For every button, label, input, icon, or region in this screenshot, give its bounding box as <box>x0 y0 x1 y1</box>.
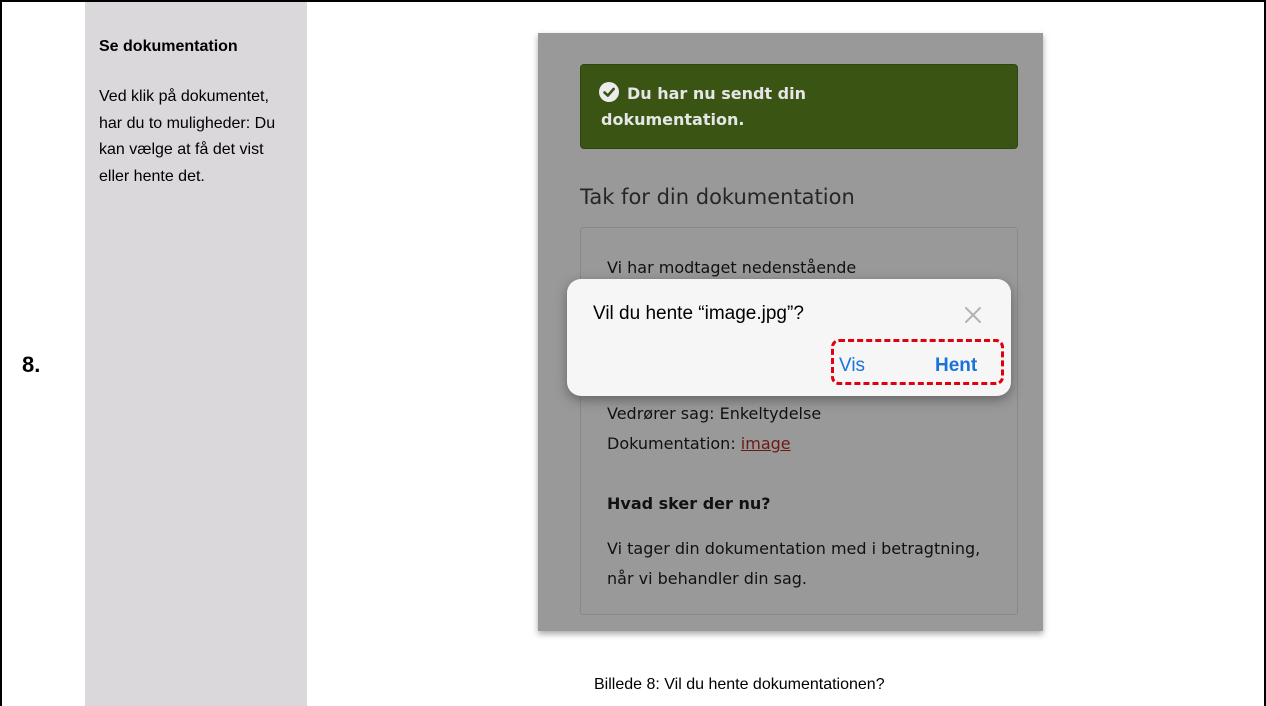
instruction-panel: Se dokumentation Ved klik på dokumentet,… <box>85 2 307 706</box>
received-text: Vi har modtaget nedenstående <box>607 258 857 277</box>
info-text: Vi tager din dokumentation med i betragt… <box>607 539 981 588</box>
success-message: Du har nu sendt din dokumentation. <box>601 84 807 129</box>
step-number: 8. <box>22 352 41 377</box>
highlight-box <box>831 339 1004 385</box>
documentation-line: Dokumentation: image <box>607 434 791 453</box>
dialog-question: Vil du hente “image.jpg”? <box>593 303 804 324</box>
documentation-label: Dokumentation: <box>607 434 741 453</box>
instruction-text: Ved klik på dokumentet, har du to muligh… <box>99 88 276 185</box>
thanks-title: Tak for din dokumentation <box>580 185 855 209</box>
figure-caption: Billede 8: Vil du hente dokumentationen? <box>594 676 885 693</box>
close-icon[interactable] <box>961 303 985 327</box>
document-link[interactable]: image <box>741 434 791 453</box>
instruction-heading: Se dokumentation <box>99 38 238 55</box>
case-line: Vedrører sag: Enkeltydelse <box>607 404 822 423</box>
success-alert: Du har nu sendt din dokumentation. <box>580 64 1018 149</box>
what-next-heading: Hvad sker der nu? <box>607 494 771 513</box>
